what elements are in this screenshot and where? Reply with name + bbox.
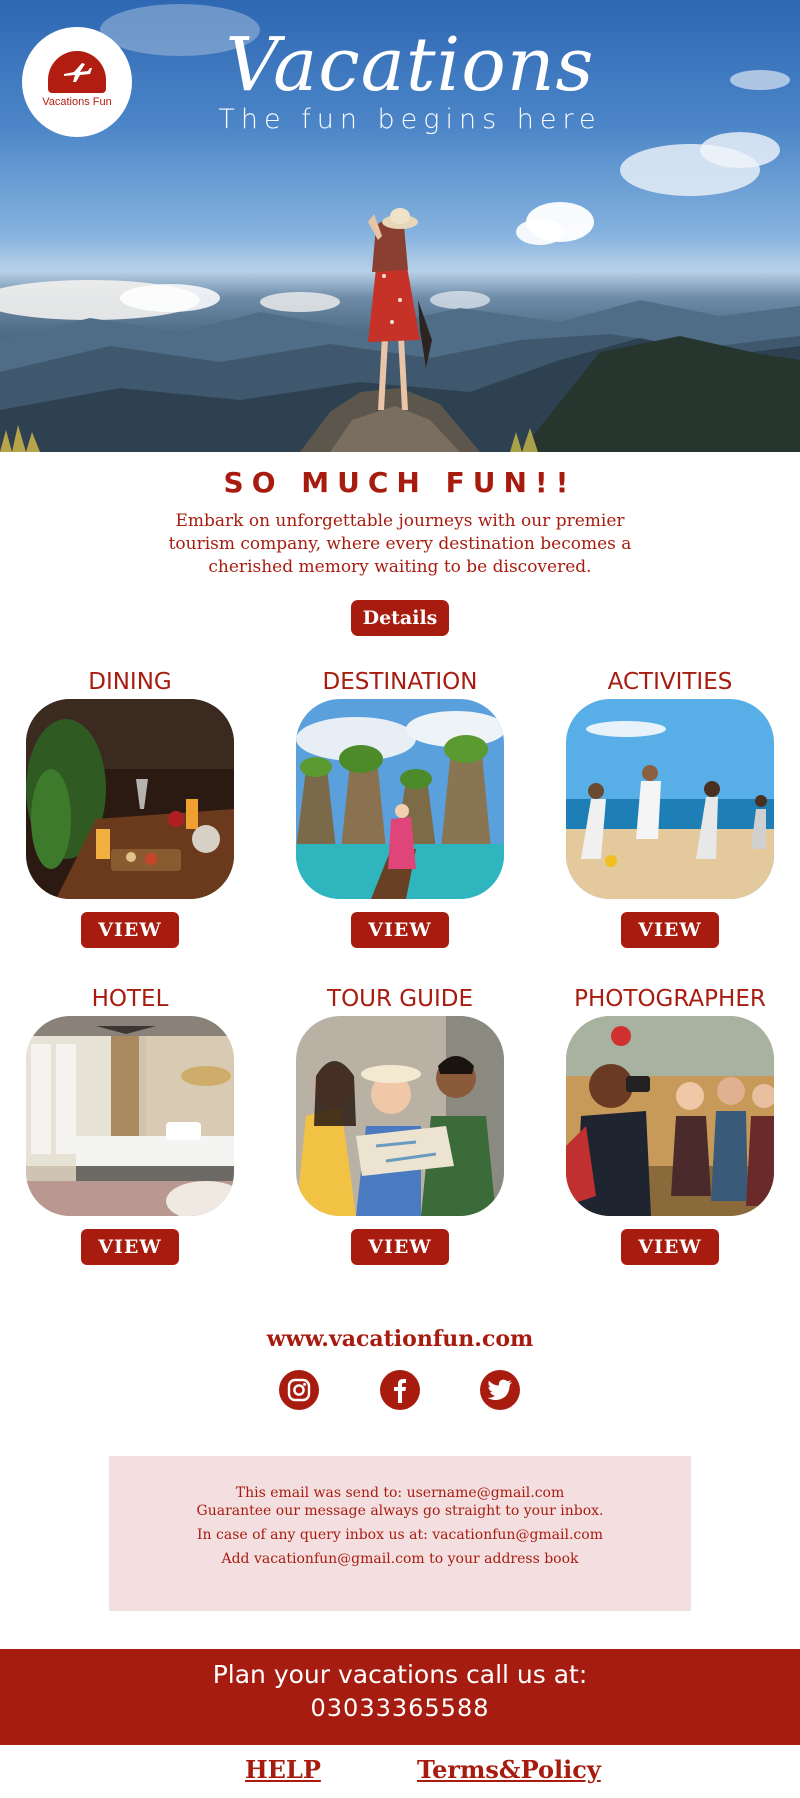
- website-link[interactable]: www.vacationfun.com: [0, 1326, 800, 1352]
- notice-line: Guarantee our message always go straight…: [196, 1503, 604, 1519]
- card-title: TOUR GUIDE: [327, 986, 473, 1012]
- view-button[interactable]: VIEW: [351, 912, 449, 948]
- instagram-icon[interactable]: [279, 1370, 319, 1410]
- view-button[interactable]: VIEW: [621, 912, 719, 948]
- card-title: DINING: [88, 669, 172, 695]
- card-title: DESTINATION: [322, 669, 478, 695]
- details-button[interactable]: Details: [351, 600, 449, 636]
- dining-image[interactable]: [26, 699, 234, 899]
- terms-link[interactable]: Terms&Policy: [417, 1755, 601, 1784]
- hero-banner: Vacations Fun Vacations The fun begins h…: [0, 0, 800, 452]
- hero-subtitle: The fun begins here: [218, 104, 602, 135]
- notice-line: Add vacationfun@gmail.com to your addres…: [221, 1551, 579, 1567]
- card-photographer: PHOTOGRAPHER VIEW: [560, 984, 780, 1265]
- intro-text: Embark on unforgettable journeys with ou…: [168, 511, 632, 577]
- card-dining: DINING VIEW: [20, 667, 240, 948]
- view-button[interactable]: VIEW: [81, 912, 179, 948]
- notice-line: This email was send to: username@gmail.c…: [235, 1485, 565, 1501]
- card-title: ACTIVITIES: [607, 669, 733, 695]
- phone-number[interactable]: 03033365588: [0, 1691, 800, 1725]
- view-button[interactable]: VIEW: [351, 1229, 449, 1265]
- twitter-icon[interactable]: [480, 1370, 520, 1410]
- activities-image[interactable]: [566, 699, 774, 899]
- notice-box: This email was send to: username@gmail.c…: [109, 1456, 691, 1611]
- tour-guide-image[interactable]: [296, 1016, 504, 1216]
- call-banner: Plan your vacations call us at: 03033365…: [0, 1649, 800, 1745]
- card-title: PHOTOGRAPHER: [574, 986, 766, 1012]
- view-button[interactable]: VIEW: [81, 1229, 179, 1265]
- hero-title: Vacations: [225, 22, 595, 108]
- headline: SO MUCH FUN!!: [223, 466, 577, 499]
- view-button[interactable]: VIEW: [621, 1229, 719, 1265]
- card-hotel: HOTEL VIEW: [20, 984, 240, 1265]
- photographer-image[interactable]: [566, 1016, 774, 1216]
- card-destination: DESTINATION VIEW: [290, 667, 510, 948]
- hotel-image[interactable]: [26, 1016, 234, 1216]
- call-text: Plan your vacations call us at:: [212, 1660, 588, 1689]
- card-activities: ACTIVITIES VIEW: [560, 667, 780, 948]
- notice-line: In case of any query inbox us at: vacati…: [197, 1527, 603, 1543]
- card-tour-guide: TOUR GUIDE VIEW: [290, 984, 510, 1265]
- destination-image[interactable]: [296, 699, 504, 899]
- facebook-icon[interactable]: [380, 1370, 420, 1410]
- help-link[interactable]: HELP: [245, 1755, 321, 1784]
- card-title: HOTEL: [91, 986, 169, 1012]
